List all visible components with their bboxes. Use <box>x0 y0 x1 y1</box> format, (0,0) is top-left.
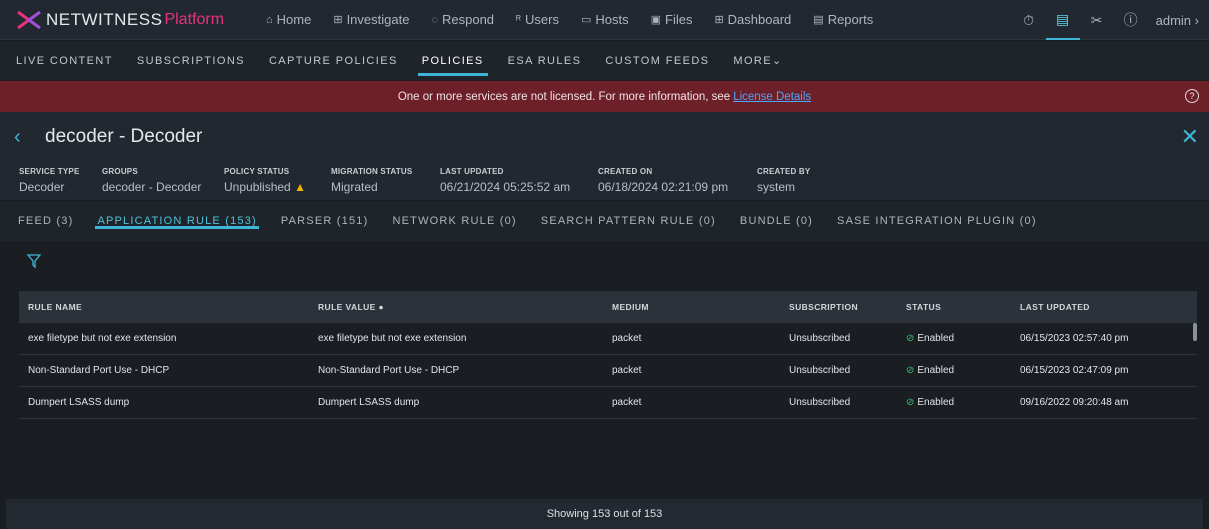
nav-users[interactable]: ᴿ Users <box>516 12 559 27</box>
users-icon: ᴿ <box>516 13 521 26</box>
col-status[interactable]: STATUS <box>897 302 1011 312</box>
nav-hosts[interactable]: ▭ Hosts <box>581 12 629 27</box>
user-menu[interactable]: admin › <box>1156 13 1199 28</box>
table-footer: Showing 153 out of 153 <box>6 499 1203 529</box>
meta-created-on: CREATED ON 06/18/2024 02:21:09 pm <box>598 167 729 194</box>
row-count-text: Showing 153 out of 153 <box>546 508 663 520</box>
brand-platform: Platform <box>164 10 225 28</box>
tab-network-rule-0[interactable]: NETWORK RULE (0) <box>392 201 516 241</box>
page-title: decoder - Decoder <box>45 126 203 147</box>
cell-medium: packet <box>612 333 642 344</box>
license-details-link[interactable]: License Details <box>733 91 811 103</box>
nav-investigate[interactable]: ⊞ Investigate <box>333 12 409 27</box>
dashboard-icon: ⊞ <box>714 14 724 26</box>
subnav-esa-rules[interactable]: ESA RULES <box>508 41 582 80</box>
subnav-custom-feeds[interactable]: CUSTOM FEEDS <box>605 41 709 80</box>
col-rule-name[interactable]: RULE NAME <box>19 302 309 312</box>
tab-feed-3[interactable]: FEED (3) <box>18 201 73 241</box>
nav-home[interactable]: ⌂ Home <box>266 12 311 27</box>
license-banner: One or more services are not licensed. F… <box>0 81 1209 112</box>
logo[interactable]: NETWITNESS Platform <box>16 9 266 31</box>
meta-policy-status: POLICY STATUS Unpublished ▲ <box>224 167 306 194</box>
cell-subscription: Unsubscribed <box>789 397 851 408</box>
info-icon[interactable]: ● <box>378 302 384 312</box>
tab-parser-151[interactable]: PARSER (151) <box>281 201 369 241</box>
cell-last-updated: 06/15/2023 02:57:40 pm <box>1020 333 1129 344</box>
table-header: RULE NAME RULE VALUE ● MEDIUM SUBSCRIPTI… <box>19 291 1197 323</box>
tab-bundle-0[interactable]: BUNDLE (0) <box>740 201 813 241</box>
chevron-down-icon: ⌄ <box>772 55 783 67</box>
cell-rule-value: exe filetype but not exe extension <box>318 333 467 344</box>
brand-name: NETWITNESS <box>46 9 163 29</box>
table-scrollbar[interactable] <box>1193 323 1197 341</box>
cell-subscription: Unsubscribed <box>789 333 851 344</box>
hosts-icon: ▭ <box>580 14 592 26</box>
netwitness-logo-icon <box>17 10 41 29</box>
timer-icon[interactable]: ⏱ <box>1012 0 1046 40</box>
nav-dashboard[interactable]: ⊞ Dashboard <box>714 12 791 27</box>
cell-last-updated: 06/15/2023 02:47:09 pm <box>1020 365 1129 376</box>
cell-last-updated: 09/16/2022 09:20:48 am <box>1020 397 1129 408</box>
col-subscription[interactable]: SUBSCRIPTION <box>780 302 897 312</box>
cell-rule-value: Non-Standard Port Use - DHCP <box>318 365 460 376</box>
table-row[interactable]: exe filetype but not exe extension exe fi… <box>19 323 1197 355</box>
respond-icon: ◌ <box>431 13 438 26</box>
subnav-capture-policies[interactable]: CAPTURE POLICIES <box>269 41 398 80</box>
nav-files[interactable]: ▣ Files <box>651 12 693 27</box>
tab-sase-integration-plugin-0[interactable]: SASE INTEGRATION PLUGIN (0) <box>837 201 1037 241</box>
tab-application-rule-153[interactable]: APPLICATION RULE (153) <box>95 201 260 241</box>
warning-icon: ▲ <box>294 180 306 194</box>
check-circle-icon: ⊘ <box>906 397 915 408</box>
nav-reports[interactable]: ▤ Reports <box>813 12 873 27</box>
subnav-more[interactable]: MORE ⌄ <box>733 41 782 80</box>
filter-icon[interactable] <box>26 253 42 269</box>
admin-subnav: LIVE CONTENT SUBSCRIPTIONS CAPTURE POLICIE… <box>0 41 1209 80</box>
back-chevron-icon[interactable]: ‹ <box>14 126 21 149</box>
rules-table: RULE NAME RULE VALUE ● MEDIUM SUBSCRIPTI… <box>19 291 1197 419</box>
help-icon[interactable]: ⓘ <box>1114 0 1148 40</box>
banner-help-icon[interactable]: ? <box>1185 89 1199 103</box>
col-rule-value[interactable]: RULE VALUE ● <box>309 302 603 312</box>
col-last-updated[interactable]: LAST UPDATED <box>1011 302 1181 312</box>
cell-medium: packet <box>612 365 642 376</box>
investigate-icon: ⊞ <box>333 14 343 26</box>
main-nav: ⌂ Home ⊞ Investigate ◌ Respond ᴿ Users ▭ Hosts ▣ Fi… <box>266 0 895 40</box>
check-circle-icon: ⊘ <box>906 365 915 376</box>
close-icon[interactable]: ✕ <box>1181 124 1199 150</box>
subnav-live-content[interactable]: LIVE CONTENT <box>16 41 113 80</box>
table-row[interactable]: Non-Standard Port Use - DHCP Non-Standard… <box>19 355 1197 387</box>
meta-last-updated: LAST UPDATED 06/21/2024 05:25:52 am <box>440 167 571 194</box>
cell-status: ⊘ Enabled <box>906 365 955 376</box>
top-right-tools: ⏱ ▤ ✂ ⓘ admin › <box>1012 0 1209 40</box>
rule-type-tabs: FEED (3) APPLICATION RULE (153) PARSER (15… <box>0 201 1209 241</box>
files-icon: ▣ <box>650 14 661 26</box>
meta-created-by: CREATED BY system <box>757 167 811 194</box>
meta-migration-status: MIGRATION STATUS Migrated <box>331 167 413 194</box>
configure-icon[interactable]: ▤ <box>1045 0 1080 40</box>
nav-respond[interactable]: ◌ Respond <box>431 12 494 27</box>
cell-subscription: Unsubscribed <box>789 365 851 376</box>
subnav-policies[interactable]: POLICIES <box>417 41 488 80</box>
cell-rule-name: exe filetype but not exe extension <box>28 333 177 344</box>
tab-search-pattern-rule-0[interactable]: SEARCH PATTERN RULE (0) <box>541 201 716 241</box>
check-circle-icon: ⊘ <box>906 333 915 344</box>
meta-service-type: SERVICE TYPE Decoder <box>19 167 80 194</box>
cell-status: ⊘ Enabled <box>906 333 955 344</box>
cell-rule-value: Dumpert LSASS dump <box>318 397 420 408</box>
top-bar: NETWITNESS Platform ⌂ Home ⊞ Investigate ◌ Re… <box>0 0 1209 40</box>
col-medium[interactable]: MEDIUM <box>603 302 780 312</box>
cell-status: ⊘ Enabled <box>906 397 955 408</box>
table-row[interactable]: Dumpert LSASS dump Dumpert LSASS dump pack… <box>19 387 1197 419</box>
banner-text: One or more services are not licensed. F… <box>397 90 731 103</box>
table-body: exe filetype but not exe extension exe fi… <box>19 323 1197 419</box>
meta-groups: GROUPS decoder - Decoder <box>102 167 202 194</box>
cell-rule-name: Non-Standard Port Use - DHCP <box>28 365 170 376</box>
tools-icon[interactable]: ✂ <box>1080 0 1114 40</box>
home-icon: ⌂ <box>266 13 273 26</box>
cell-medium: packet <box>612 397 642 408</box>
reports-icon: ▤ <box>813 14 824 26</box>
cell-rule-name: Dumpert LSASS dump <box>28 397 130 408</box>
subnav-subscriptions[interactable]: SUBSCRIPTIONS <box>137 41 245 80</box>
